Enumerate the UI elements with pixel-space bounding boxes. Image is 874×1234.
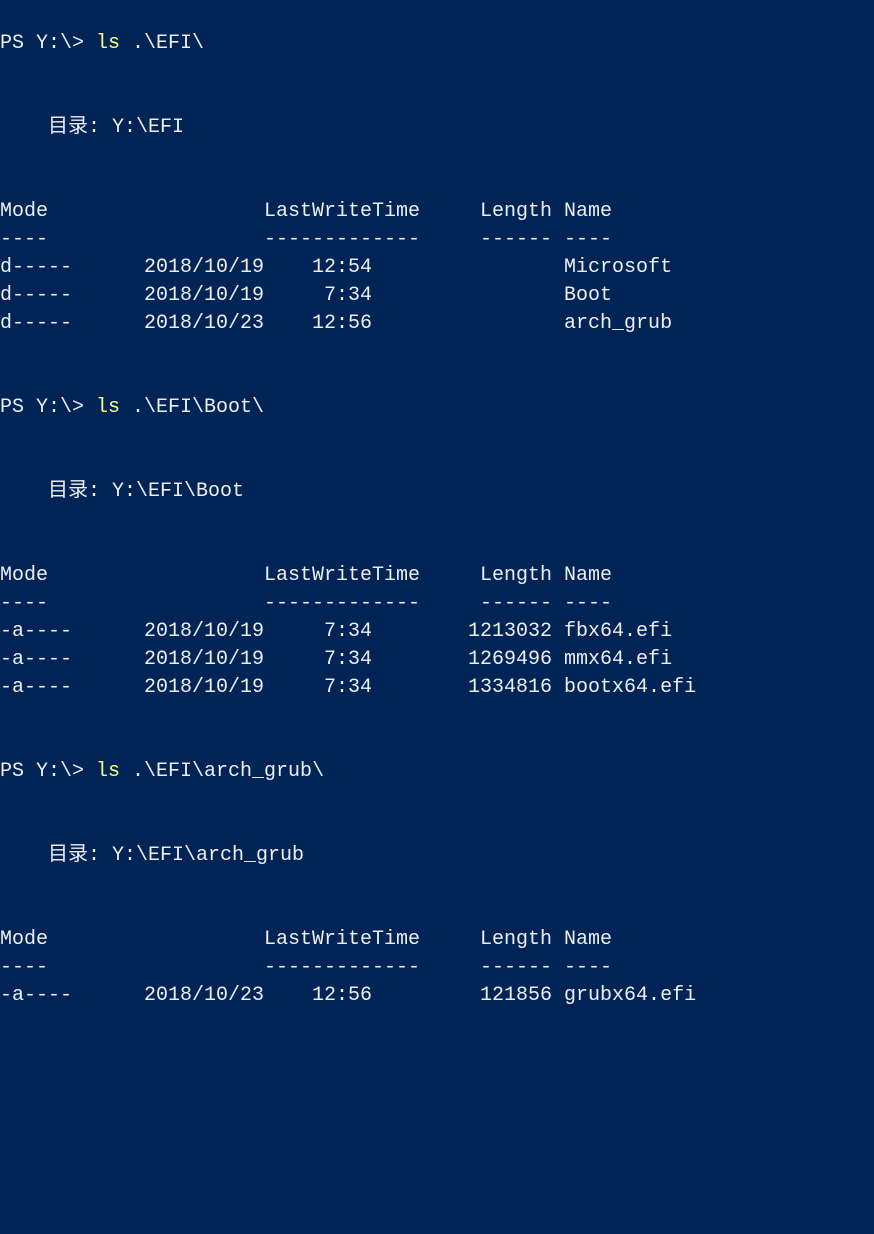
cell-name: Boot [564,282,612,310]
directory-label: 目录: Y:\EFI\Boot [0,480,244,503]
command-name: ls [96,396,120,419]
cell-time: 7:34 [264,674,372,702]
cell-date: 2018/10/19 [84,646,264,674]
cell-time: 7:34 [264,282,372,310]
cell-date: 2018/10/19 [84,618,264,646]
cell-mode: d----- [0,282,84,310]
command-name: ls [96,760,120,783]
header-mode: Mode [0,562,84,590]
table-row: -a----2018/10/197:341213032 fbx64.efi [0,618,874,646]
cell-time: 12:54 [264,254,372,282]
rule-lastwritetime: ------------- [264,226,372,254]
command-line: PS Y:\> ls .\EFI\Boot\ [0,394,874,422]
cell-mode: d----- [0,310,84,338]
cell-time: 7:34 [264,646,372,674]
cell-mode: -a---- [0,674,84,702]
cell-time: 12:56 [264,310,372,338]
cell-mode: -a---- [0,646,84,674]
directory-label: 目录: Y:\EFI\arch_grub [0,844,304,867]
cell-name: bootx64.efi [564,674,696,702]
cell-date: 2018/10/19 [84,282,264,310]
table-row: -a----2018/10/197:341269496 mmx64.efi [0,646,874,674]
header-name: Name [564,926,612,954]
rule-lastwritetime: ------------- [264,590,372,618]
header-lastwritetime: LastWriteTime [264,926,372,954]
prompt: PS Y:\> [0,760,96,783]
rule-row: ----------------------- ---- [0,954,874,982]
command-line: PS Y:\> ls .\EFI\ [0,30,874,58]
directory-label: 目录: Y:\EFI [0,116,184,139]
cell-name: mmx64.efi [564,646,672,674]
command-line: PS Y:\> ls .\EFI\arch_grub\ [0,758,874,786]
cell-mode: d----- [0,254,84,282]
cell-date: 2018/10/19 [84,254,264,282]
header-length: Length [372,198,552,226]
command-arg: .\EFI\Boot\ [120,396,264,419]
rule-name: ---- [564,226,612,254]
command-arg: .\EFI\ [120,32,204,55]
cell-date: 2018/10/23 [84,310,264,338]
rule-length: ------ [372,954,552,982]
header-length: Length [372,562,552,590]
header-row: Mode LastWriteTimeLength Name [0,926,874,954]
cell-name: grubx64.efi [564,982,696,1010]
table-row: -a----2018/10/197:341334816 bootx64.efi [0,674,874,702]
cell-mode: -a---- [0,618,84,646]
cell-date: 2018/10/23 [84,982,264,1010]
cell-date: 2018/10/19 [84,674,264,702]
rule-length: ------ [372,590,552,618]
cell-length: 121856 [372,982,552,1010]
directory-line: 目录: Y:\EFI\Boot [0,478,874,506]
prompt: PS Y:\> [0,396,96,419]
header-name: Name [564,198,612,226]
cell-name: arch_grub [564,310,672,338]
cell-name: Microsoft [564,254,672,282]
rule-name: ---- [564,590,612,618]
directory-line: 目录: Y:\EFI\arch_grub [0,842,874,870]
table-row: d-----2018/10/1912:54 Microsoft [0,254,874,282]
rule-mode: ---- [0,226,84,254]
command-name: ls [96,32,120,55]
table-row: d-----2018/10/2312:56 arch_grub [0,310,874,338]
table-row: d-----2018/10/197:34 Boot [0,282,874,310]
header-lastwritetime: LastWriteTime [264,198,372,226]
cell-length [372,282,552,310]
cell-name: fbx64.efi [564,618,672,646]
cell-length: 1334816 [372,674,552,702]
prompt: PS Y:\> [0,32,96,55]
header-mode: Mode [0,926,84,954]
header-length: Length [372,926,552,954]
directory-line: 目录: Y:\EFI [0,114,874,142]
cell-length: 1213032 [372,618,552,646]
rule-row: ----------------------- ---- [0,226,874,254]
rule-name: ---- [564,954,612,982]
cell-length [372,310,552,338]
header-mode: Mode [0,198,84,226]
cell-time: 7:34 [264,618,372,646]
header-row: Mode LastWriteTimeLength Name [0,562,874,590]
header-lastwritetime: LastWriteTime [264,562,372,590]
header-row: Mode LastWriteTimeLength Name [0,198,874,226]
rule-length: ------ [372,226,552,254]
rule-mode: ---- [0,590,84,618]
rule-mode: ---- [0,954,84,982]
cell-time: 12:56 [264,982,372,1010]
rule-row: ----------------------- ---- [0,590,874,618]
cell-length: 1269496 [372,646,552,674]
table-row: -a----2018/10/2312:56121856 grubx64.efi [0,982,874,1010]
header-name: Name [564,562,612,590]
cell-mode: -a---- [0,982,84,1010]
command-arg: .\EFI\arch_grub\ [120,760,324,783]
rule-lastwritetime: ------------- [264,954,372,982]
cell-length [372,254,552,282]
